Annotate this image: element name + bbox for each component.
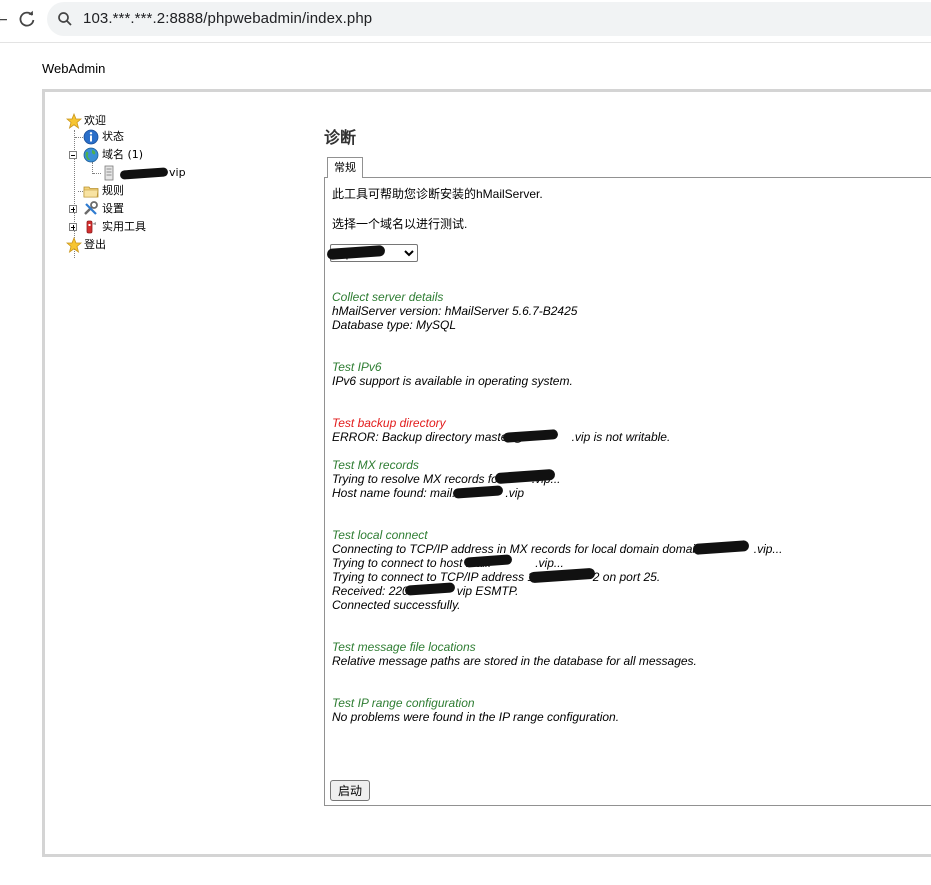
tree-label-settings: 设置 [102,202,124,215]
diagnostics-panel: 此工具可帮助您诊断安装的hMailServer. 选择一个域名以进行测试. vi… [324,177,931,806]
result-heading: Test message file locations [332,640,476,654]
tree-label-domains: 域名 (1) [102,148,144,161]
address-bar[interactable]: 103.***.***.2:8888/phpwebadmin/index.php [47,2,931,36]
result-line: Database type: MySQL [332,318,457,332]
app-title: WebAdmin [42,61,106,76]
start-button[interactable]: 启动 [330,780,370,801]
tree-label-domain-item: vip [169,166,186,179]
result-heading: Test IP range configuration [332,696,475,710]
redaction-mark [119,167,169,180]
result-backup: Test backup directory ERROR: Backup dire… [332,416,670,444]
back-arrow-icon[interactable]: ← [0,12,8,28]
result-collect: Collect server details hMailServer versi… [332,290,577,332]
text-part: .vip... [753,542,783,556]
text-part: Host name found: mail. [332,486,456,500]
search-icon [58,12,72,26]
result-line: Host name found: mail. .vip [332,486,561,500]
info-icon [83,129,99,145]
globe-icon [83,147,99,163]
tree-label-status: 状态 [102,130,124,143]
choose-domain-text: 选择一个域名以进行测试. [332,217,468,231]
text-part: Trying to resolve MX records for [332,472,502,486]
server-icon [104,165,114,181]
text-part: .vip is not writable. [571,430,671,444]
result-heading: Test IPv6 [332,360,382,374]
tree-expand-toggle[interactable] [69,205,77,213]
star-icon [66,113,82,129]
result-line: Connected successfully. [332,598,461,612]
tree-connector [93,173,101,174]
result-line: IPv6 support is available in operating s… [332,374,573,388]
reload-icon[interactable] [17,9,37,29]
result-heading-error: Test backup directory [332,416,446,430]
text-part: Trying to connect to TCP/IP address 103. [332,570,551,584]
tree-label-logout: 登出 [84,238,106,251]
url-text[interactable]: 103.***.***.2:8888/phpwebadmin/index.php [83,10,372,27]
page-title: 诊断 [324,128,357,147]
navigation-tree: 欢迎 状态 域名 (1) vip 规则 设置 实用工具 登出 [66,112,286,272]
star-icon [66,237,82,253]
result-line: No problems were found in the IP range c… [332,710,620,724]
text-part: .vip... [535,556,564,570]
folder-icon [83,186,99,198]
result-iprange: Test IP range configuration No problems … [332,696,619,724]
result-heading: Test local connect [332,528,428,542]
text-part: 2 on port 25. [592,570,661,584]
tree-connector [75,137,83,138]
text-part: Connecting to TCP/IP address in MX recor… [332,542,702,556]
text-part: ERROR: Backup directory master@ [332,430,524,444]
intro-text: 此工具可帮助您诊断安装的hMailServer. [332,187,543,201]
result-locations: Test message file locations Relative mes… [332,640,697,668]
tree-label-rules: 规则 [102,184,124,197]
tree-expand-toggle[interactable] [69,223,77,231]
tab-general[interactable]: 常规 [327,157,363,178]
utilities-icon [86,220,96,234]
text-part: Received: 220 [332,584,409,598]
result-line: Trying to connect to host mail. .vip... [332,556,782,570]
text-part: vip ESMTP. [456,584,519,598]
tree-label-utilities: 实用工具 [102,220,146,233]
browser-toolbar: ← 103.***.***.2:8888/phpwebadmin/index.p… [0,0,931,43]
result-line-error: ERROR: Backup directory master@ .vip is n… [332,430,670,444]
result-line: Received: 220 vip ESMTP. [332,584,782,598]
tree-collapse-toggle[interactable] [69,151,77,159]
result-heading: Collect server details [332,290,444,304]
result-ipv6: Test IPv6 IPv6 support is available in o… [332,360,573,388]
tools-icon [84,201,98,215]
result-line: hMailServer version: hMailServer 5.6.7-B… [332,304,578,318]
result-line: Relative message paths are stored in the… [332,654,697,668]
text-part: .vip [505,486,525,500]
